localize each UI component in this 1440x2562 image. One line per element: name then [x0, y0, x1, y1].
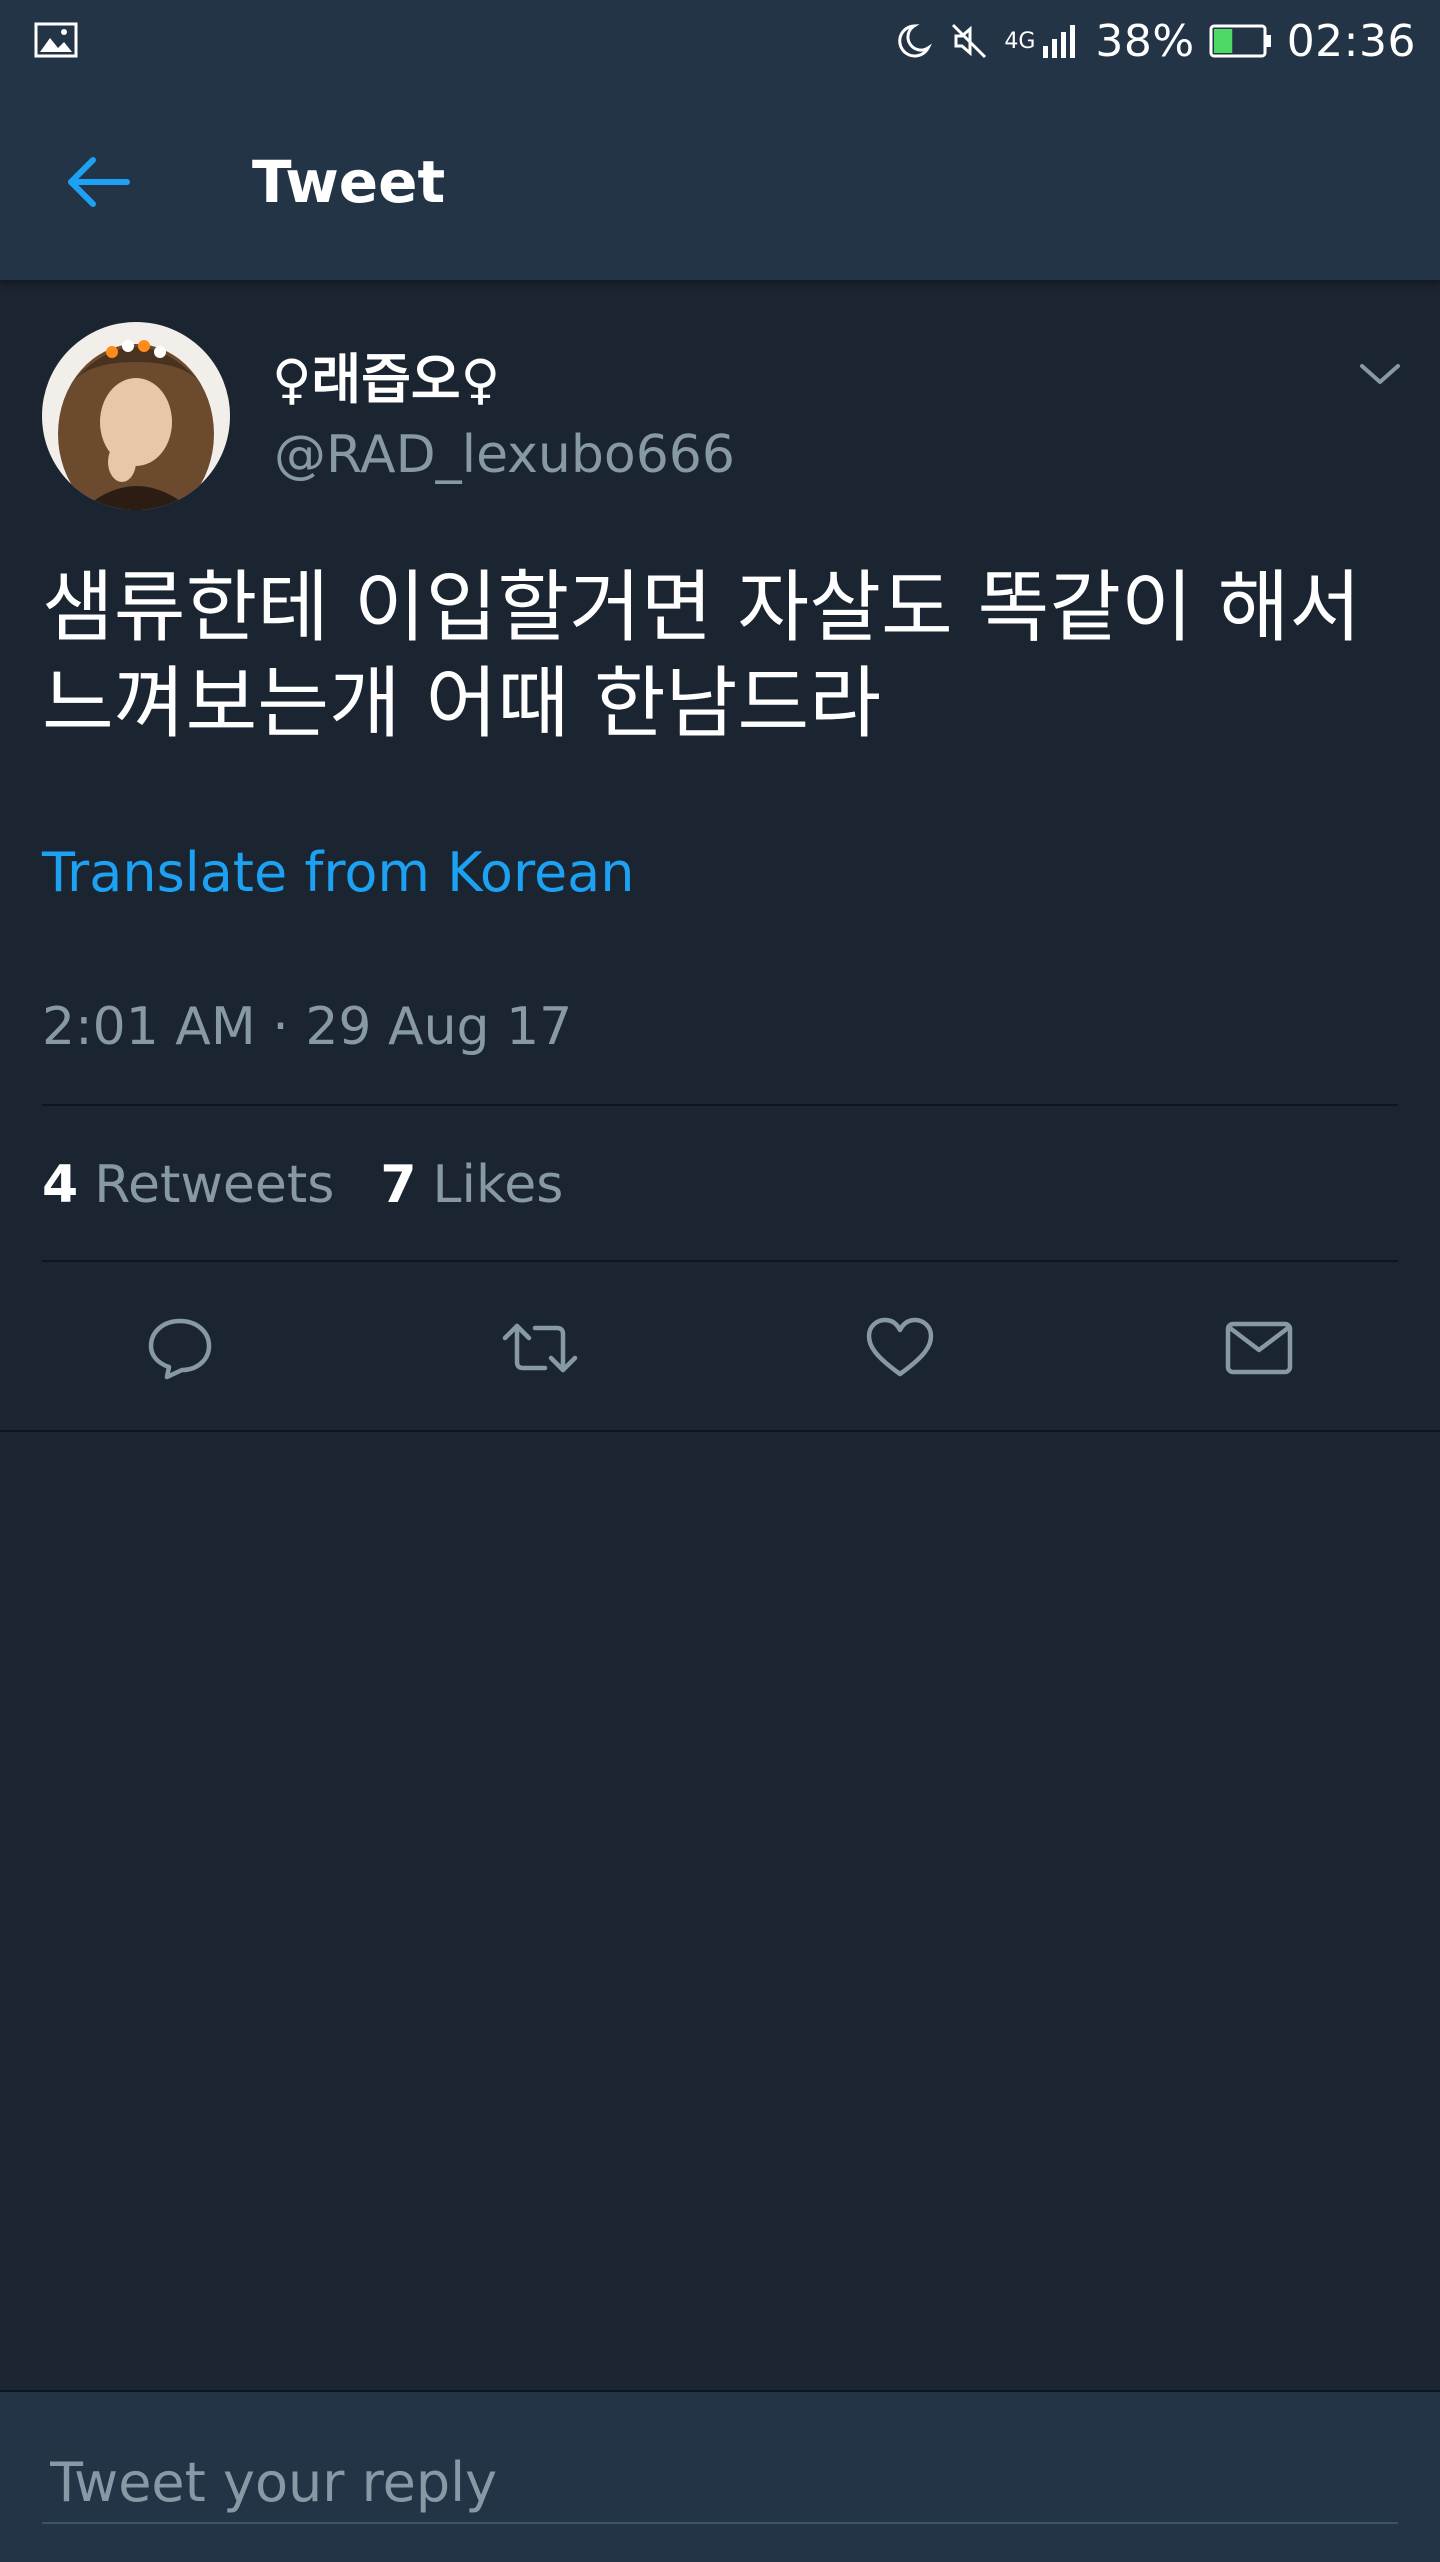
app-bar: Tweet: [0, 82, 1440, 280]
battery-icon: [1209, 24, 1271, 58]
mute-icon: [952, 23, 987, 59]
tweet-stats: 4 Retweets 7 Likes: [42, 1150, 563, 1220]
gallery-icon: [34, 22, 78, 58]
likes-stat[interactable]: 7 Likes: [380, 1150, 563, 1220]
clock: 02:36: [1286, 15, 1416, 67]
translate-link[interactable]: Translate from Korean: [42, 838, 635, 908]
reply-button[interactable]: [140, 1308, 220, 1388]
reply-bar: [0, 2390, 1440, 2562]
retweets-stat[interactable]: 4 Retweets: [42, 1150, 334, 1220]
direct-message-button[interactable]: [1219, 1308, 1299, 1388]
chevron-down-icon: [1360, 364, 1400, 384]
reply-icon: [148, 1318, 212, 1380]
retweet-icon: [502, 1323, 578, 1373]
status-bar: 4G 38% 02:36: [0, 0, 1440, 82]
back-arrow-icon: [68, 157, 130, 207]
retweets-label: Retweets: [94, 1155, 335, 1215]
battery-percent: 38%: [1095, 15, 1195, 67]
display-name[interactable]: ♀래즙오♀: [272, 345, 500, 415]
moon-icon: [898, 24, 933, 58]
retweet-button[interactable]: [500, 1308, 580, 1388]
network-type: 4G: [1004, 28, 1036, 54]
page-title: Tweet: [252, 148, 446, 216]
likes-count: 7: [380, 1155, 417, 1215]
avatar-image: [42, 322, 230, 510]
status-icons: 4G 38% 02:36: [892, 0, 1416, 82]
like-icon: [866, 1317, 934, 1377]
avatar[interactable]: [42, 322, 230, 510]
direct-message-icon: [1225, 1321, 1293, 1375]
signal-icon: [1043, 25, 1076, 58]
divider: [42, 1260, 1398, 1262]
retweets-count: 4: [42, 1155, 79, 1215]
tweet-actions: [0, 1300, 1440, 1396]
like-button[interactable]: [860, 1308, 940, 1388]
section-divider: [0, 1430, 1440, 1432]
tweet-text: 샘류한테 이입할거면 자살도 똑같이 해서 느껴보는개 어때 한남드라: [42, 563, 1362, 749]
back-button[interactable]: [48, 142, 148, 222]
user-handle[interactable]: @RAD_lexubo666: [274, 420, 735, 490]
reply-input[interactable]: [42, 2442, 1398, 2524]
tweet-menu-button[interactable]: [1350, 344, 1410, 404]
divider: [42, 1104, 1398, 1106]
likes-label: Likes: [432, 1155, 564, 1215]
tweet-timestamp: 2:01 AM · 29 Aug 17: [42, 997, 573, 1057]
